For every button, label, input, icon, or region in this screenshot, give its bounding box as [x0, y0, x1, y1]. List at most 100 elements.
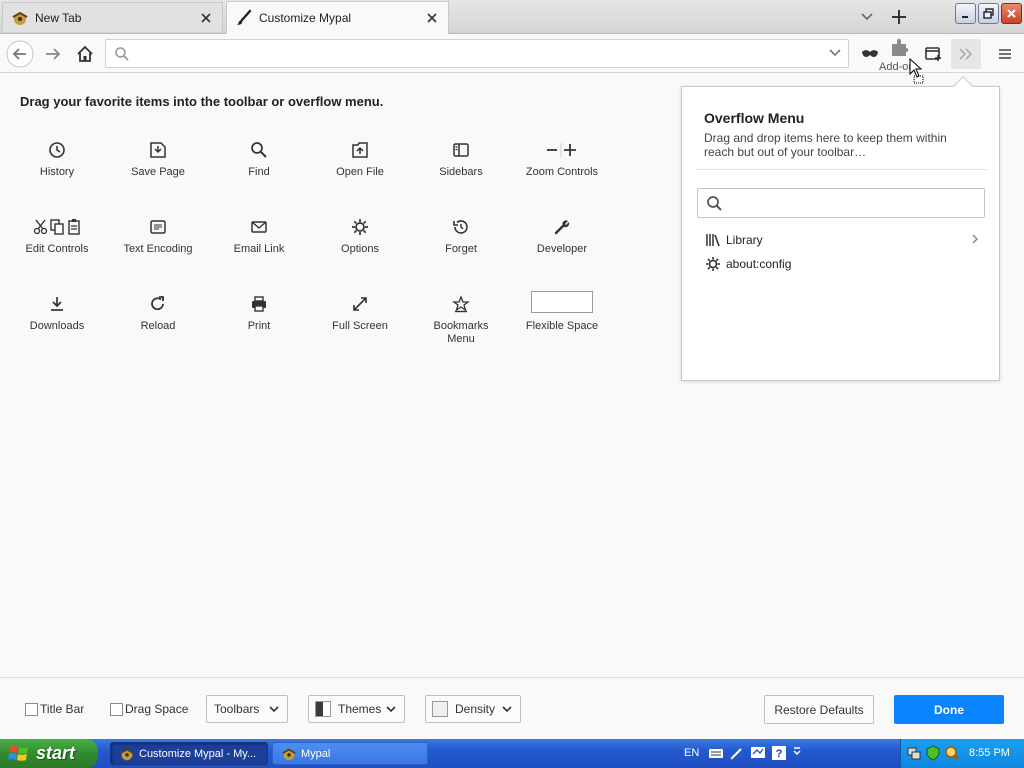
close-window-button[interactable]	[1001, 3, 1022, 24]
divider	[696, 169, 988, 170]
edit-controls-icon	[32, 217, 82, 237]
handwriting-icon[interactable]	[750, 745, 766, 761]
restore-defaults-button[interactable]: Restore Defaults	[764, 695, 874, 724]
tab-new-tab[interactable]: New Tab	[2, 2, 223, 32]
help-icon[interactable]: ?	[771, 745, 787, 761]
palette-item-options[interactable]: Options	[318, 217, 402, 256]
history-icon	[47, 140, 67, 160]
tab-label: Customize Mypal	[259, 11, 352, 25]
search-tray-icon[interactable]	[944, 745, 960, 761]
security-icon[interactable]	[925, 745, 941, 761]
overflow-search-field[interactable]	[697, 188, 985, 218]
taskbar-task-customize-mypal[interactable]: Customize Mypal - My...	[110, 742, 268, 765]
palette-item-email-link[interactable]: Email Link	[217, 217, 301, 256]
full-screen-icon	[350, 294, 370, 314]
list-all-tabs-button[interactable]	[854, 4, 880, 30]
palette-item-label: Forget	[445, 243, 477, 255]
density-dropdown[interactable]: Density	[425, 695, 521, 723]
paintbrush-icon	[235, 9, 253, 27]
forward-button[interactable]	[38, 39, 68, 69]
chevron-down-icon	[385, 705, 397, 713]
palette-item-find[interactable]: Find	[217, 140, 301, 179]
text-encoding-icon	[148, 217, 168, 237]
sidebars-icon	[451, 140, 471, 160]
restore-window-button[interactable]	[978, 3, 999, 24]
overflow-item-library[interactable]: Library	[704, 230, 980, 250]
done-button[interactable]: Done	[894, 695, 1004, 724]
palette-item-reload[interactable]: Reload	[116, 294, 200, 333]
keyboard-icon[interactable]	[708, 745, 724, 761]
overflow-search-input[interactable]	[730, 193, 970, 213]
palette-item-label: History	[39, 166, 75, 178]
palette-item-print[interactable]: Print	[217, 294, 301, 333]
windows-flag-icon	[8, 743, 30, 765]
url-bar[interactable]	[105, 39, 849, 68]
palette-item-label: Email Link	[233, 243, 285, 255]
system-clock[interactable]: 8:55 PM	[969, 747, 1010, 759]
mypal-logo-icon	[281, 746, 297, 762]
palette-item-label: Developer	[536, 243, 588, 255]
palette-item-full-screen[interactable]: Full Screen	[318, 294, 402, 333]
palette-item-text-encoding[interactable]: Text Encoding	[116, 217, 200, 256]
tab-customize-mypal[interactable]: Customize Mypal	[226, 1, 449, 34]
palette-item-label: Flexible Space	[525, 320, 599, 332]
palette-item-developer[interactable]: Developer	[520, 217, 604, 256]
taskbar-task-label: Mypal	[301, 747, 331, 760]
email-link-icon	[249, 217, 269, 237]
language-indicator[interactable]: EN	[684, 747, 699, 759]
overflow-description: Drag and drop items here to keep them wi…	[704, 131, 947, 159]
hamburger-menu-icon[interactable]	[990, 39, 1020, 69]
palette-item-save-page[interactable]: Save Page	[116, 140, 200, 179]
start-button[interactable]: start	[0, 739, 98, 768]
library-icon	[704, 231, 722, 249]
chevron-down-icon[interactable]	[828, 48, 842, 58]
palette-item-zoom-controls[interactable]: Zoom Controls	[520, 140, 604, 179]
overflow-menu-panel[interactable]: Overflow Menu Drag and drop items here t…	[681, 76, 1000, 381]
palette-item-label: Text Encoding	[123, 243, 193, 255]
drag-space-checkbox[interactable]: Drag Space	[110, 702, 188, 716]
close-tab-icon[interactable]	[420, 6, 444, 30]
navigation-toolbar	[0, 35, 1024, 73]
minimize-window-button[interactable]	[955, 3, 976, 24]
palette-item-edit-controls[interactable]: Edit Controls	[15, 217, 99, 256]
overflow-item-label: about:config	[726, 257, 792, 271]
palette-item-label: Downloads	[29, 320, 85, 332]
back-button[interactable]	[5, 39, 35, 69]
palette-item-open-file[interactable]: Open File	[318, 140, 402, 179]
zoom-controls-icon	[542, 140, 582, 160]
palette-item-forget[interactable]: Forget	[419, 217, 503, 256]
new-tab-button[interactable]	[886, 4, 912, 30]
checkbox-box[interactable]	[110, 702, 123, 716]
search-icon	[706, 195, 723, 212]
title-bar-checkbox[interactable]: Title Bar	[25, 702, 84, 716]
palette-item-bookmarks-menu[interactable]: Bookmarks Menu	[419, 294, 503, 346]
palette-item-sidebars[interactable]: Sidebars	[419, 140, 503, 179]
taskbar-task-mypal[interactable]: Mypal	[272, 742, 428, 765]
bookmarks-menu-icon	[451, 294, 471, 314]
options-chevron-icon[interactable]	[792, 745, 808, 761]
themes-dropdown[interactable]: Themes	[308, 695, 405, 723]
overflow-item-label: Library	[726, 233, 763, 247]
url-input[interactable]	[136, 43, 816, 65]
palette-item-flexible-space[interactable]: Flexible Space	[520, 290, 604, 333]
home-button[interactable]	[70, 39, 100, 69]
palette-item-history[interactable]: History	[15, 140, 99, 179]
toolbars-dropdown[interactable]: Toolbars	[206, 695, 288, 723]
overflow-item-about-config[interactable]: about:config	[704, 254, 980, 274]
open-file-icon	[350, 140, 370, 160]
palette-item-label: Save Page	[131, 166, 185, 178]
save-page-icon	[148, 140, 168, 160]
chevron-down-icon	[268, 705, 280, 713]
network-icon[interactable]	[906, 745, 922, 761]
palette-item-downloads[interactable]: Downloads	[15, 294, 99, 333]
palette-item-label: Bookmarks Menu	[433, 320, 489, 345]
start-label: start	[36, 743, 76, 763]
density-icon	[432, 701, 448, 717]
svg-text:?: ?	[776, 748, 783, 760]
system-tray: 8:55 PM	[900, 739, 1024, 768]
checkbox-box[interactable]	[25, 702, 38, 716]
palette-item-label: Full Screen	[332, 320, 388, 332]
overflow-menu-button[interactable]	[951, 39, 981, 69]
close-tab-icon[interactable]	[194, 6, 218, 30]
pen-icon[interactable]	[729, 745, 745, 761]
